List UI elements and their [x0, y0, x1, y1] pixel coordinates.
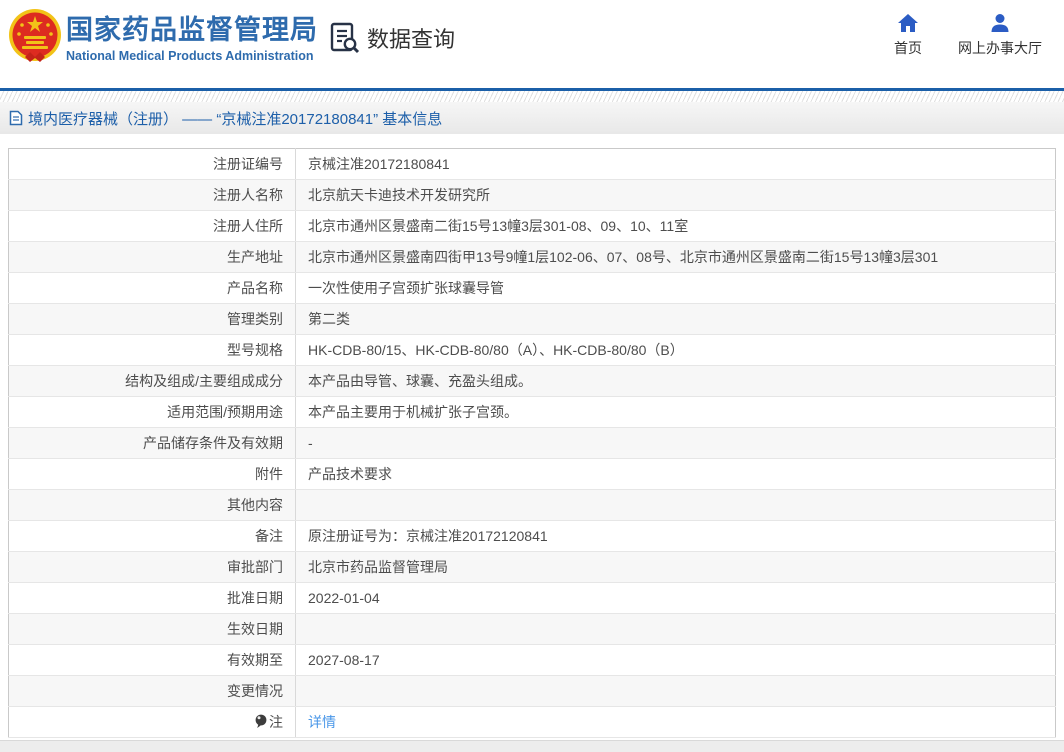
row-label: 附件 [9, 459, 296, 490]
row-label: 有效期至 [9, 645, 296, 676]
row-label: 型号规格 [9, 335, 296, 366]
footer-band [0, 740, 1064, 752]
document-search-icon [330, 22, 360, 54]
row-value: 产品技术要求 [296, 459, 1056, 490]
row-value: 2027-08-17 [296, 645, 1056, 676]
national-emblem-logo [8, 8, 62, 64]
row-value: 京械注准20172180841 [296, 149, 1056, 180]
home-icon [897, 13, 919, 33]
row-label: 备注 [9, 521, 296, 552]
table-row: 适用范围/预期用途 本产品主要用于机械扩张子宫颈。 [9, 397, 1056, 428]
row-value: 北京市通州区景盛南二街15号13幢3层301-08、09、10、11室 [296, 211, 1056, 242]
table-row: 结构及组成/主要组成成分 本产品由导管、球囊、充盈头组成。 [9, 366, 1056, 397]
row-value [296, 614, 1056, 645]
row-label: 注 [9, 707, 296, 738]
row-label: 适用范围/预期用途 [9, 397, 296, 428]
site-header: 国家药品监督管理局 National Medical Products Admi… [0, 0, 1064, 88]
hatched-strip [0, 91, 1064, 102]
row-value: HK-CDB-80/15、HK-CDB-80/80（A）、HK-CDB-80/8… [296, 335, 1056, 366]
row-label: 注册人住所 [9, 211, 296, 242]
table-row: 有效期至 2027-08-17 [9, 645, 1056, 676]
table-row: 产品名称 一次性使用子宫颈扩张球囊导管 [9, 273, 1056, 304]
table-row-note: 注 详情 [9, 707, 1056, 738]
row-label: 结构及组成/主要组成成分 [9, 366, 296, 397]
table-row: 生产地址 北京市通州区景盛南四街甲13号9幢1层102-06、07、08号、北京… [9, 242, 1056, 273]
data-query-label: 数据查询 [367, 22, 455, 54]
row-label: 产品名称 [9, 273, 296, 304]
row-label: 审批部门 [9, 552, 296, 583]
row-value: 第二类 [296, 304, 1056, 335]
org-name-cn: 国家药品监督管理局 [66, 14, 318, 46]
table-row: 变更情况 [9, 676, 1056, 707]
row-label: 其他内容 [9, 490, 296, 521]
row-label: 生产地址 [9, 242, 296, 273]
balloon-note-icon [255, 714, 267, 729]
nav-home-label: 首页 [894, 38, 922, 58]
breadcrumb: 境内医疗器械（注册） —— “京械注准20172180841” 基本信息 [0, 102, 1064, 134]
row-value: 北京市药品监督管理局 [296, 552, 1056, 583]
note-label: 注 [269, 714, 283, 730]
row-label: 注册人名称 [9, 180, 296, 211]
org-name-en: National Medical Products Administration [66, 49, 318, 63]
data-query-section[interactable]: 数据查询 [330, 22, 455, 54]
row-label: 产品储存条件及有效期 [9, 428, 296, 459]
breadcrumb-text: 境内医疗器械（注册） —— “京械注准20172180841” 基本信息 [28, 108, 442, 129]
row-value [296, 676, 1056, 707]
table-row: 备注 原注册证号为：京械注准20172120841 [9, 521, 1056, 552]
row-label: 注册证编号 [9, 149, 296, 180]
table-row: 生效日期 [9, 614, 1056, 645]
detail-link[interactable]: 详情 [308, 714, 336, 730]
row-label: 管理类别 [9, 304, 296, 335]
row-value: 原注册证号为：京械注准20172120841 [296, 521, 1056, 552]
row-label: 批准日期 [9, 583, 296, 614]
document-icon [9, 110, 23, 126]
nav-item-service-hall[interactable]: 网上办事大厅 [958, 13, 1042, 58]
row-label: 变更情况 [9, 676, 296, 707]
table-row: 附件 产品技术要求 [9, 459, 1056, 490]
row-label: 生效日期 [9, 614, 296, 645]
table-row: 批准日期 2022-01-04 [9, 583, 1056, 614]
nav-item-home[interactable]: 首页 [894, 13, 922, 58]
row-value: 一次性使用子宫颈扩张球囊导管 [296, 273, 1056, 304]
nav-service-hall-label: 网上办事大厅 [958, 38, 1042, 58]
row-value: 详情 [296, 707, 1056, 738]
row-value: - [296, 428, 1056, 459]
header-nav: 首页 网上办事大厅 [894, 13, 1042, 58]
table-row: 型号规格 HK-CDB-80/15、HK-CDB-80/80（A）、HK-CDB… [9, 335, 1056, 366]
table-row: 其他内容 [9, 490, 1056, 521]
user-icon [990, 13, 1010, 33]
table-row: 注册人名称 北京航天卡迪技术开发研究所 [9, 180, 1056, 211]
page: 国家药品监督管理局 National Medical Products Admi… [0, 0, 1064, 752]
row-value [296, 490, 1056, 521]
row-value: 本产品由导管、球囊、充盈头组成。 [296, 366, 1056, 397]
row-value: 2022-01-04 [296, 583, 1056, 614]
table-row: 产品储存条件及有效期 - [9, 428, 1056, 459]
row-value: 北京航天卡迪技术开发研究所 [296, 180, 1056, 211]
table-row: 审批部门 北京市药品监督管理局 [9, 552, 1056, 583]
table-row: 注册人住所 北京市通州区景盛南二街15号13幢3层301-08、09、10、11… [9, 211, 1056, 242]
org-title-block: 国家药品监督管理局 National Medical Products Admi… [66, 14, 318, 63]
row-value: 北京市通州区景盛南四街甲13号9幢1层102-06、07、08号、北京市通州区景… [296, 242, 1056, 273]
table-row: 管理类别 第二类 [9, 304, 1056, 335]
table-row: 注册证编号 京械注准20172180841 [9, 149, 1056, 180]
row-value: 本产品主要用于机械扩张子宫颈。 [296, 397, 1056, 428]
registration-info-table: 注册证编号 京械注准20172180841 注册人名称 北京航天卡迪技术开发研究… [8, 148, 1056, 738]
